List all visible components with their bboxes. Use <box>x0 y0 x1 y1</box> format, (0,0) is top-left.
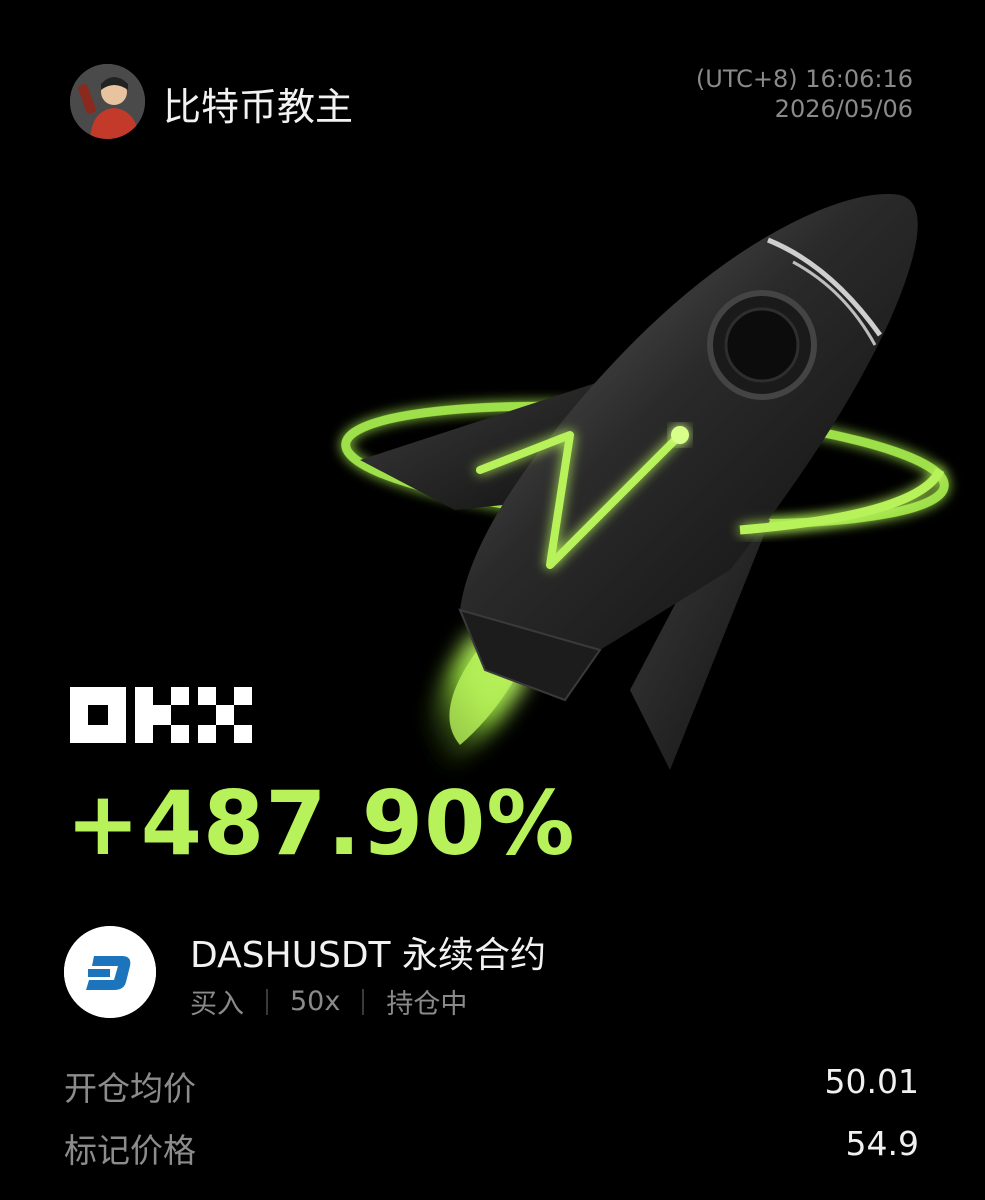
avatar <box>70 64 145 139</box>
rocket-illustration <box>341 194 949 770</box>
instrument-title: DASHUSDT 永续合约 <box>190 935 546 976</box>
status-tag: 持仓中 <box>386 989 468 1020</box>
okx-logo <box>70 687 252 743</box>
leverage-tag: 50x <box>290 986 341 1017</box>
timestamp: (UTC+8) 16:06:16 2026/05/06 <box>696 64 913 124</box>
dash-coin-icon <box>64 926 156 1018</box>
entry-price-value: 50.01 <box>824 1062 919 1101</box>
date-text: 2026/05/06 <box>774 95 913 123</box>
mark-price-value: 54.9 <box>845 1124 919 1163</box>
tag-divider <box>266 988 268 1015</box>
username: 比特币教主 <box>163 85 354 129</box>
tag-divider <box>362 988 365 1015</box>
mark-price-label: 标记价格 <box>64 1131 196 1170</box>
user-avatar-icon <box>70 64 145 139</box>
pnl-percent: +487.90% <box>66 772 576 875</box>
time-text: (UTC+8) 16:06:16 <box>695 65 913 93</box>
instrument-tags: 买入 50x 持仓中 <box>190 982 467 1021</box>
side-tag: 买入 <box>190 989 244 1020</box>
entry-price-label: 开仓均价 <box>64 1069 196 1108</box>
